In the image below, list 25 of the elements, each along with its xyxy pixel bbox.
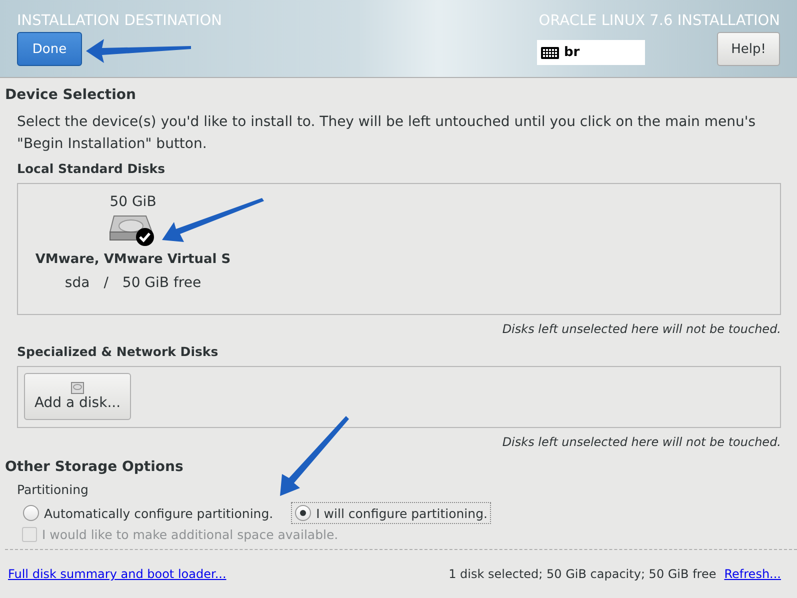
disk-summary-link[interactable]: Full disk summary and boot loader... [8, 567, 226, 581]
device-name: sda [64, 274, 90, 293]
disk-note: Disks left unselected here will not be touched. [501, 434, 781, 450]
section-heading: Other Storage Options [5, 458, 184, 476]
product-title: ORACLE LINUX 7.6 INSTALLATION [538, 12, 780, 30]
group-label: Local Standard Disks [17, 161, 166, 177]
keyboard-layout-field[interactable]: br [537, 40, 645, 65]
disk-size: 50 GiB [110, 193, 156, 212]
free-space: 50 GiB free [122, 274, 202, 293]
done-button[interactable]: Done [17, 32, 82, 66]
disk-note: Disks left unselected here will not be touched. [501, 321, 781, 337]
page-title: INSTALLATION DESTINATION [17, 12, 222, 30]
partitioning-radio[interactable]: Automatically configure partitioning. [19, 502, 278, 524]
instruction-text: Select the device(s) you'd like to install to. They will be left untouched until you click on the main menu's "Begin Installation" button. [17, 113, 757, 154]
help-button[interactable]: Help! [717, 32, 780, 66]
disk-name: VMware, VMware Virtual S [35, 251, 231, 269]
separator-text: / [104, 274, 108, 293]
keyboard-icon [541, 46, 559, 58]
partitioning-radio[interactable]: I will configure partitioning. [291, 502, 492, 524]
refresh-link[interactable]: Refresh... [724, 567, 781, 581]
add-disk-button[interactable]: Add a disk... [24, 373, 131, 420]
section-heading: Device Selection [5, 86, 137, 104]
group-label: Specialized & Network Disks [17, 344, 220, 360]
group-label: Partitioning [17, 482, 90, 498]
status-text: 1 disk selected; 50 GiB capacity; 50 GiB free [448, 567, 716, 581]
